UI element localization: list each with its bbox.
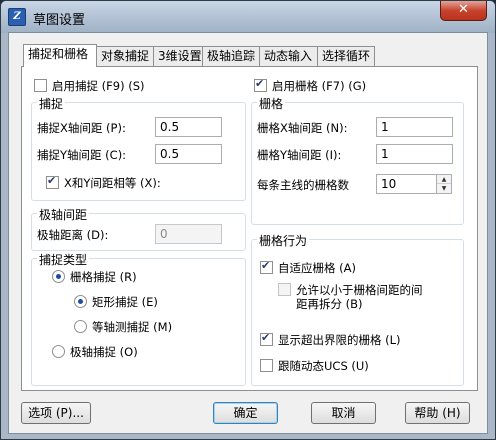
grid-y-spacing-label: 栅格Y轴间距 (I): xyxy=(257,148,342,162)
tab-dynamic-input[interactable]: 动态输入 xyxy=(259,46,318,66)
adaptive-grid-checkbox[interactable] xyxy=(260,259,273,274)
enable-grid-checkbox[interactable] xyxy=(254,77,267,92)
major-line-spinner[interactable]: ▲ ▼ xyxy=(436,174,452,194)
spinner-up-icon[interactable]: ▲ xyxy=(437,175,451,184)
allow-subdivide-label-line2: 距再拆分 (B) xyxy=(296,297,363,311)
close-button[interactable]: ✕ xyxy=(440,1,487,21)
cancel-button[interactable]: 取消 xyxy=(311,402,376,424)
enable-grid-label: 启用栅格 (F7) (G) xyxy=(272,79,367,93)
polar-spacing-title: 极轴间距 xyxy=(37,206,90,223)
snap-spacing-title: 捕捉 xyxy=(37,95,66,112)
display-beyond-limits-label: 显示超出界限的栅格 (L) xyxy=(278,333,401,347)
tab-object-snap[interactable]: 对象捕捉 xyxy=(96,46,154,66)
zw-app-icon: Z xyxy=(8,8,26,26)
enable-snap-checkbox[interactable] xyxy=(34,79,47,92)
rectangular-snap-label: 矩形捕捉 (E) xyxy=(92,295,158,309)
follow-dynamic-ucs-label: 跟随动态UCS (U) xyxy=(278,359,369,373)
polar-distance-label: 极轴距离 (D): xyxy=(37,228,109,242)
isometric-snap-radio[interactable] xyxy=(74,320,87,333)
grid-x-spacing-label: 栅格X轴间距 (N): xyxy=(257,121,348,135)
help-button[interactable]: 帮助 (H) xyxy=(405,402,470,424)
enable-snap-label: 启用捕捉 (F9) (S) xyxy=(52,79,145,93)
grid-x-spacing-input[interactable]: 1 xyxy=(376,117,453,137)
adaptive-grid-label: 自适应栅格 (A) xyxy=(278,261,356,275)
tab-snap-and-grid[interactable]: 捕捉和栅格 xyxy=(23,44,97,67)
major-line-input[interactable]: 10 xyxy=(376,174,437,194)
snap-y-spacing-input[interactable]: 0.5 xyxy=(155,144,222,164)
tab-polar-tracking[interactable]: 极轴追踪 xyxy=(202,46,260,66)
polar-snap-label: 极轴捕捉 (O) xyxy=(70,345,138,359)
rectangular-snap-radio[interactable] xyxy=(74,295,87,308)
ok-button[interactable]: 确定 xyxy=(213,402,278,424)
follow-dynamic-ucs-checkbox[interactable] xyxy=(260,359,273,372)
snap-x-spacing-input[interactable]: 0.5 xyxy=(155,117,222,137)
spinner-down-icon[interactable]: ▼ xyxy=(437,184,451,193)
grid-snap-radio[interactable] xyxy=(52,270,65,283)
allow-subdivide-checkbox[interactable] xyxy=(278,283,291,296)
polar-distance-input[interactable]: 0 xyxy=(155,224,222,244)
display-beyond-limits-checkbox[interactable] xyxy=(260,331,273,346)
grid-snap-label: 栅格捕捉 (R) xyxy=(70,270,137,284)
grid-y-spacing-input[interactable]: 1 xyxy=(376,144,453,164)
polar-snap-radio[interactable] xyxy=(52,345,65,358)
snap-type-title: 捕捉类型 xyxy=(37,251,90,268)
grid-spacing-title: 栅格 xyxy=(257,95,286,112)
dialog-title: 草图设置 xyxy=(33,13,86,28)
equal-xy-spacing-checkbox[interactable] xyxy=(46,174,59,189)
dialog-client-area: 捕捉和栅格 对象捕捉 3维设置 极轴追踪 动态输入 选择循环 启用捕捉 (F9)… xyxy=(8,32,488,434)
snap-and-grid-panel: 启用捕捉 (F9) (S) 捕捉 捕捉X轴间距 (P): 0.5 捕捉Y轴间距 … xyxy=(21,66,478,391)
options-button[interactable]: 选项 (P)... xyxy=(21,402,91,424)
tab-3d-settings[interactable]: 3维设置 xyxy=(153,46,203,66)
title-bar[interactable]: Z 草图设置 ✕ xyxy=(1,1,495,33)
major-line-label: 每条主线的栅格数 xyxy=(257,178,349,192)
grid-behavior-title: 栅格行为 xyxy=(257,232,310,249)
snap-x-spacing-label: 捕捉X轴间距 (P): xyxy=(37,121,126,135)
tab-selection-cycling[interactable]: 选择循环 xyxy=(317,46,375,66)
snap-y-spacing-label: 捕捉Y轴间距 (C): xyxy=(37,148,127,162)
sketch-settings-dialog: Z 草图设置 ✕ 捕捉和栅格 对象捕捉 3维设置 极轴追踪 动态输入 选择循环 … xyxy=(0,0,496,440)
equal-xy-spacing-label: X和Y间距相等 (X): xyxy=(64,176,161,190)
isometric-snap-label: 等轴测捕捉 (M) xyxy=(92,320,173,334)
